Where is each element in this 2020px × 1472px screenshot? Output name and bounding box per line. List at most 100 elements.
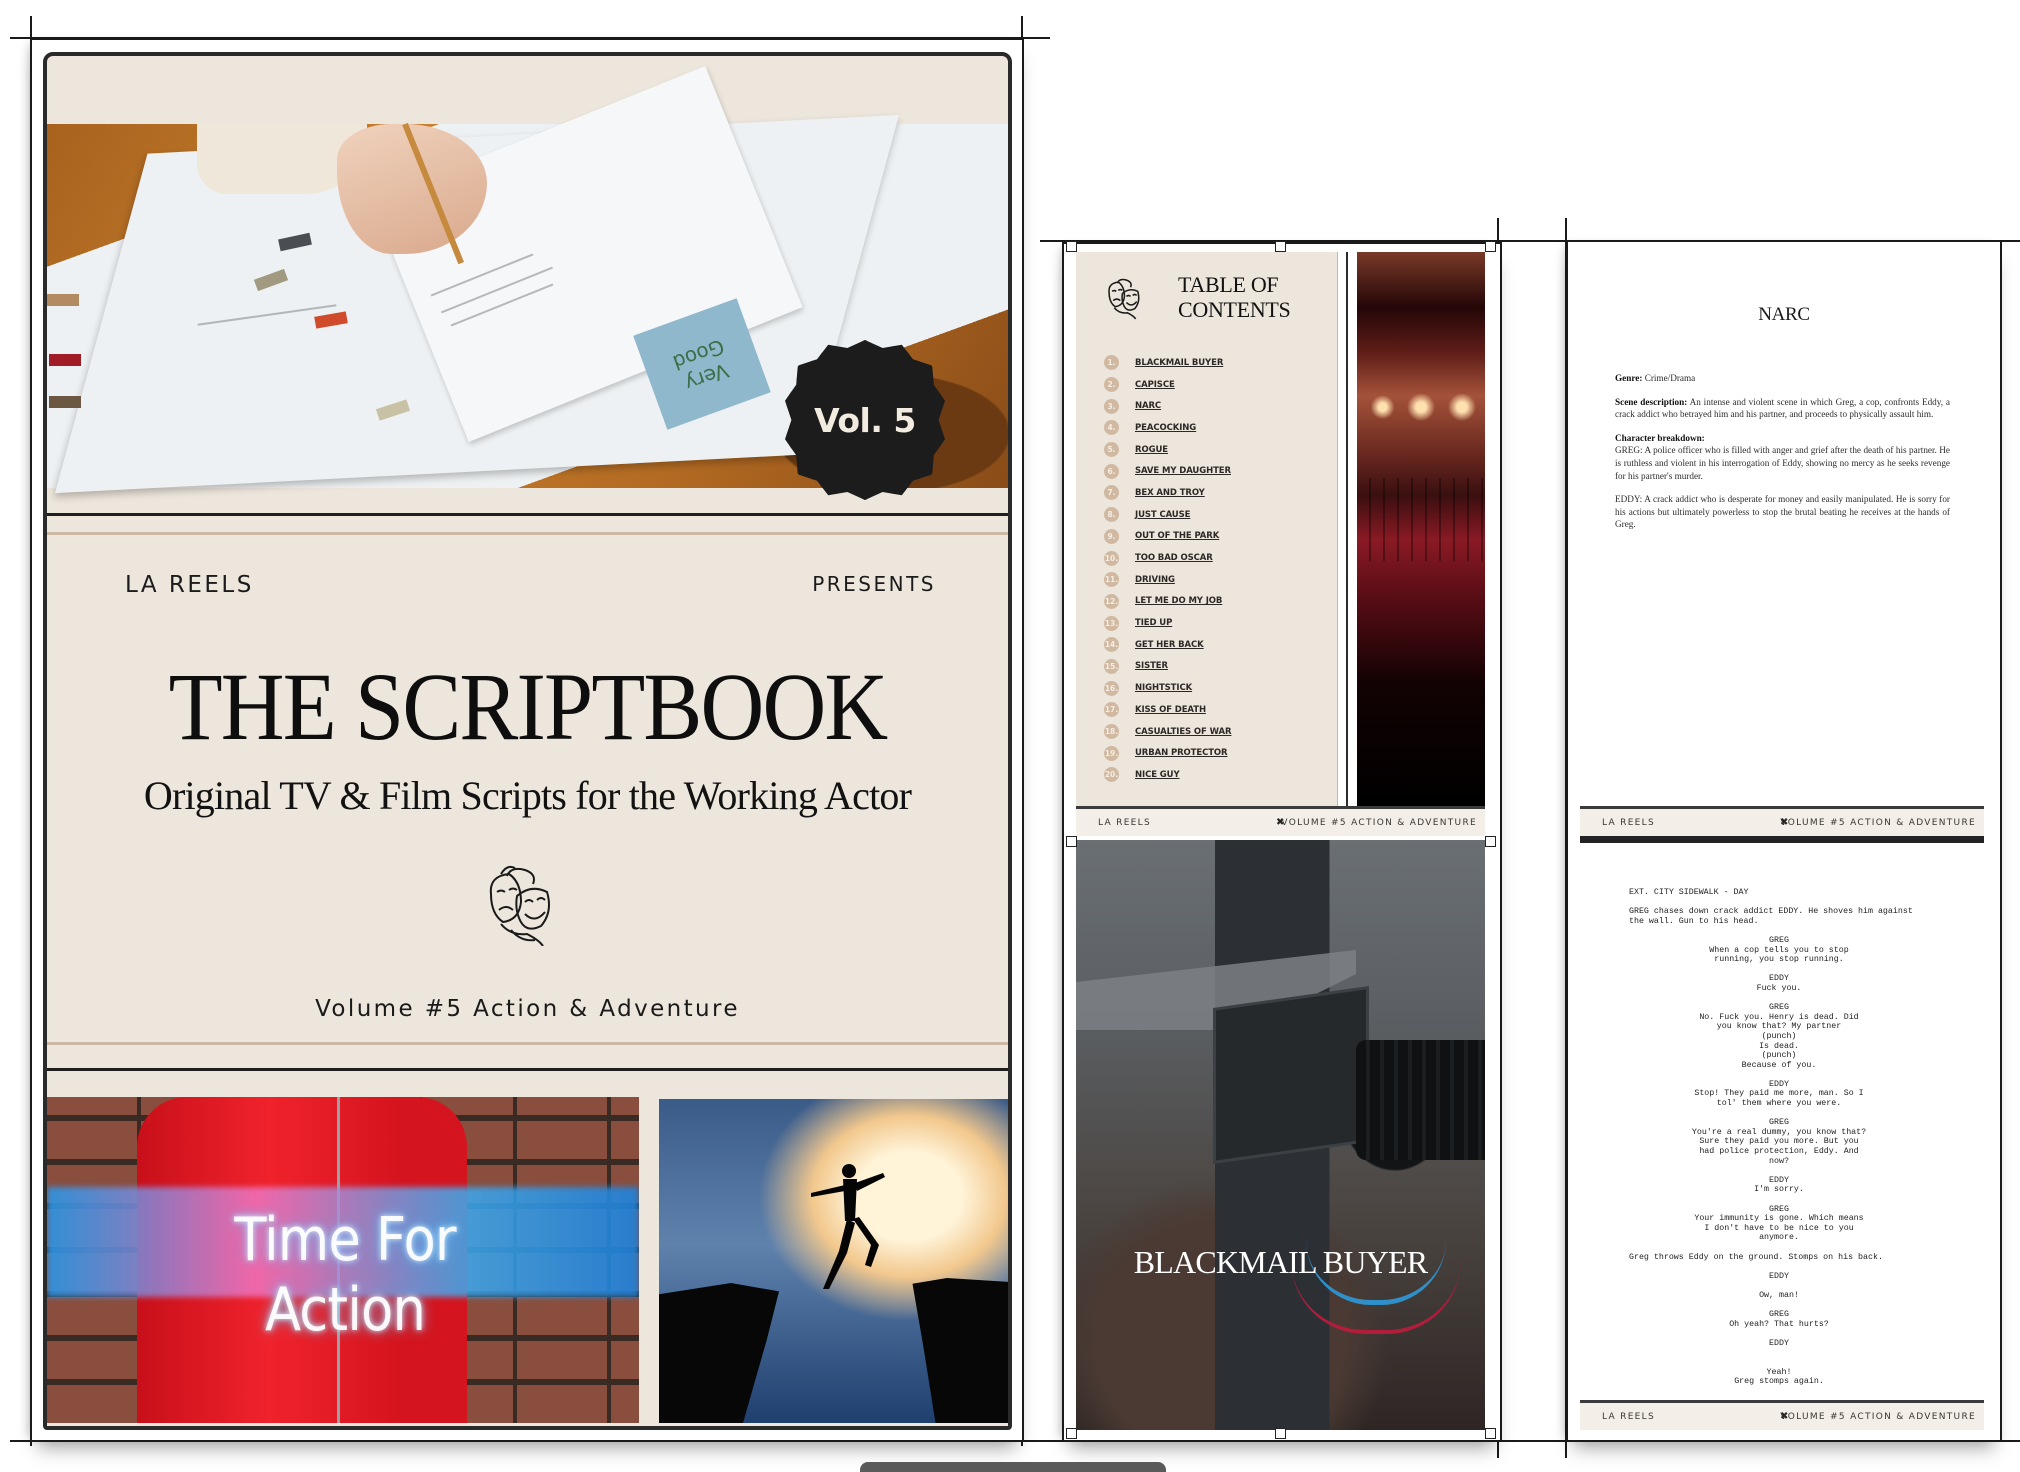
page-footer: LA REELS ✖ VOLUME #5 ACTION & ADVENTURE: [1076, 806, 1485, 836]
camera-lens: [1356, 1040, 1485, 1160]
resize-handle[interactable]: [1485, 836, 1496, 847]
script-line: Greg throws Eddy on the ground. Stomps o…: [1629, 1252, 1883, 1262]
toc-title-line: CONTENTS: [1178, 297, 1291, 322]
toc-item[interactable]: 17. KISS OF DEATH: [1104, 699, 1231, 721]
script-line: Ow, man!: [1759, 1290, 1799, 1300]
script-line: Sure they paid you more. But you: [1699, 1137, 1859, 1147]
resize-handle[interactable]: [1066, 241, 1077, 252]
scene-label: Scene description:: [1615, 396, 1688, 407]
toc-item[interactable]: 7. BEX AND TROY: [1104, 482, 1231, 504]
divider: [47, 1042, 1008, 1045]
toc-link[interactable]: URBAN PROTECTOR: [1135, 748, 1228, 758]
toc-link[interactable]: SISTER: [1135, 661, 1168, 671]
horizontal-scrollbar[interactable]: [860, 1462, 1166, 1472]
script-line: now?: [1769, 1156, 1789, 1166]
toc-link[interactable]: SAVE MY DAUGHTER: [1135, 466, 1231, 476]
script-line: GREG: [1769, 935, 1789, 945]
toc-link[interactable]: NIGHTSTICK: [1135, 683, 1192, 693]
toc-item[interactable]: 12. LET ME DO MY JOB: [1104, 591, 1231, 613]
toc-title-line: TABLE OF: [1178, 272, 1279, 297]
toc-item[interactable]: 9. OUT OF THE PARK: [1104, 526, 1231, 548]
script-spacer: [1629, 1301, 1929, 1311]
script-line: EXT. CITY SIDEWALK - DAY: [1629, 888, 1749, 897]
toc-item[interactable]: 4. PEACOCKING: [1104, 417, 1231, 439]
toc-link[interactable]: TOO BAD OSCAR: [1135, 553, 1213, 563]
footer-volume: VOLUME #5 ACTION & ADVENTURE: [1780, 817, 1976, 828]
script-spacer: [1629, 1358, 1929, 1368]
breakdown-label: Character breakdown:: [1615, 432, 1705, 443]
toc-number-badge: 17.: [1104, 702, 1119, 718]
resize-handle[interactable]: [1275, 241, 1286, 252]
toc-number-badge: 9.: [1104, 528, 1119, 544]
matte-box: [1216, 989, 1366, 1161]
cover-page-content: Very Good Vol. 5 LA REELS PRESENTS THE S…: [43, 52, 1012, 1430]
toc-link[interactable]: ROGUE: [1135, 445, 1168, 455]
toc-link[interactable]: KISS OF DEATH: [1135, 705, 1206, 715]
toc-item[interactable]: 18. CASUALTIES OF WAR: [1104, 721, 1232, 743]
brand-name: LA REELS: [125, 572, 254, 598]
theater-masks-icon: [1108, 278, 1140, 320]
toc-item[interactable]: 2. CAPISCE: [1104, 374, 1231, 396]
toc-link[interactable]: BLACKMAIL BUYER: [1135, 358, 1223, 368]
toc-link[interactable]: OUT OF THE PARK: [1135, 531, 1219, 541]
resize-handle[interactable]: [1485, 241, 1496, 252]
resize-handle[interactable]: [1066, 836, 1077, 847]
resize-handle[interactable]: [1485, 1428, 1496, 1439]
script-spacer: [1629, 1262, 1929, 1272]
script-line: You're a real dummy, you know that?: [1691, 1127, 1867, 1137]
toc-item[interactable]: 10. TOO BAD OSCAR: [1104, 547, 1231, 569]
toc-link[interactable]: GET HER BACK: [1135, 640, 1204, 650]
toc-link[interactable]: BEX AND TROY: [1135, 488, 1205, 498]
script-line: EDDY: [1769, 1338, 1789, 1348]
toc-item[interactable]: 3. NARC: [1104, 395, 1231, 417]
breakdown-heading: Character breakdown:: [1615, 432, 1950, 445]
script-spacer: [1629, 1166, 1929, 1176]
toc-link[interactable]: LET ME DO MY JOB: [1135, 596, 1222, 606]
footer-brand: LA REELS: [1098, 817, 1151, 828]
script-line: Greg stomps again.: [1734, 1377, 1824, 1387]
toc-item[interactable]: 19. URBAN PROTECTOR: [1104, 742, 1231, 764]
script-line: GREG: [1769, 1204, 1789, 1214]
toc-number-badge: 15.: [1104, 658, 1119, 674]
toc-link[interactable]: NICE GUY: [1135, 770, 1180, 780]
divider: [47, 1068, 1008, 1071]
toc-link[interactable]: CASUALTIES OF WAR: [1135, 727, 1232, 737]
toc-link[interactable]: CAPISCE: [1135, 380, 1175, 390]
toc-item[interactable]: 14. GET HER BACK: [1104, 634, 1231, 656]
genre-line: Genre: Crime/Drama: [1615, 372, 1950, 385]
toc-number-badge: 3.: [1104, 398, 1119, 414]
toc-item[interactable]: 5. ROGUE: [1104, 439, 1231, 461]
resize-handle[interactable]: [1275, 1428, 1286, 1439]
toc-item[interactable]: 8. JUST CAUSE: [1104, 504, 1231, 526]
toc-number-badge: 10.: [1104, 550, 1119, 566]
script-line: (punch): [1761, 1051, 1797, 1061]
script-spacer: [1629, 1281, 1929, 1291]
toc-item[interactable]: 16. NIGHTSTICK: [1104, 677, 1231, 699]
script-line: Stop! They paid me more, man. So I: [1694, 1089, 1864, 1099]
time-for-action-photo: Time For Action: [47, 1097, 639, 1423]
toc-item[interactable]: 20. NICE GUY: [1104, 764, 1231, 786]
toc-link[interactable]: DRIVING: [1135, 575, 1175, 585]
cliff-left: [659, 1283, 779, 1423]
script-spacer: [1629, 898, 1929, 908]
script-line: anymore.: [1759, 1233, 1799, 1243]
toc-link[interactable]: NARC: [1135, 401, 1161, 411]
resize-handle[interactable]: [1066, 1428, 1077, 1439]
toc-item[interactable]: 15. SISTER: [1104, 656, 1231, 678]
toc-link[interactable]: PEACOCKING: [1135, 423, 1196, 433]
toc-number-badge: 19.: [1104, 745, 1119, 761]
toc-item[interactable]: 6. SAVE MY DAUGHTER: [1104, 460, 1231, 482]
page-tab: [49, 354, 81, 366]
toc-item[interactable]: 1. BLACKMAIL BUYER: [1104, 352, 1231, 374]
script-line: EDDY: [1769, 1271, 1789, 1281]
toc-item[interactable]: 13. TIED UP: [1104, 612, 1231, 634]
script-line: GREG: [1769, 1118, 1789, 1128]
toc-item[interactable]: 11. DRIVING: [1104, 569, 1231, 591]
volume-badge: Vol. 5: [785, 340, 945, 500]
toc-number-badge: 11.: [1104, 572, 1119, 588]
script-line: I'm sorry.: [1754, 1185, 1804, 1195]
presents-label: PRESENTS: [812, 572, 936, 596]
toc-link[interactable]: JUST CAUSE: [1135, 510, 1190, 520]
action-image-text: Time For Action: [234, 1205, 456, 1345]
toc-link[interactable]: TIED UP: [1135, 618, 1172, 628]
